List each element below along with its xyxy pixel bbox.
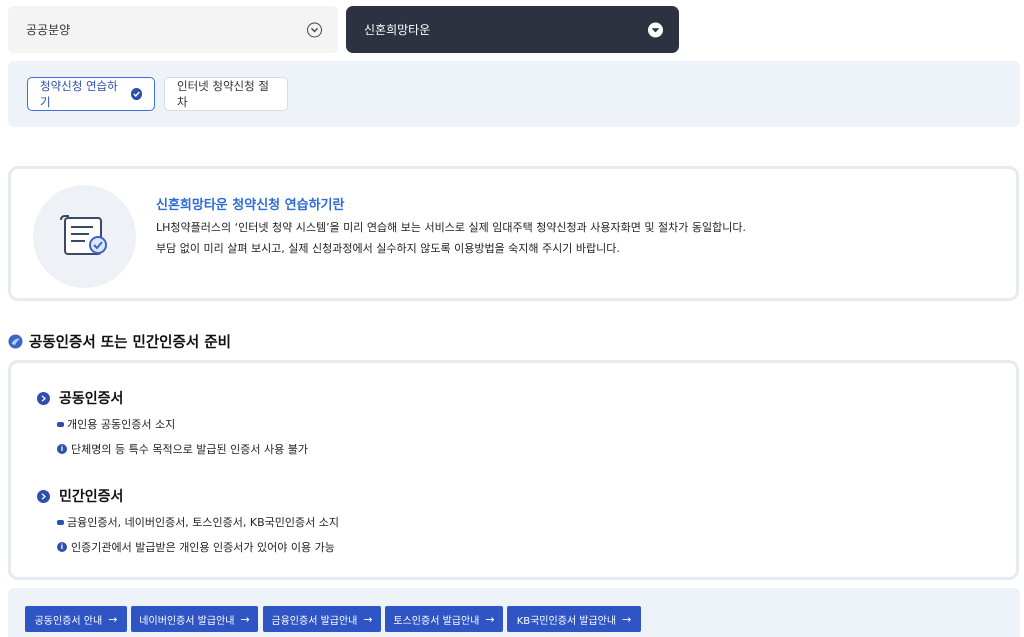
cert-group-private-label: 민간인증서 (59, 489, 124, 505)
housing-type-tabs: 공공분양 신혼희망타운 (8, 6, 1020, 53)
arrow-right-icon: → (622, 612, 632, 626)
financial-cert-guide-button[interactable]: 금융인증서 발급안내 → (263, 606, 381, 632)
list-item: 개인용 공동인증서 소지 (57, 416, 175, 432)
info-icon: i (57, 542, 67, 552)
list-item-text: 금융인증서, 네이버인증서, 토스인증서, KB국민인증서 소지 (67, 516, 339, 529)
button-label: 금융인증서 발급안내 (271, 615, 358, 627)
cert-group-private-title: 민간인증서 (37, 486, 123, 506)
tab-public-sale[interactable]: 공공분양 (8, 6, 338, 53)
tab-newlywed-town-label: 신혼희망타운 (364, 23, 431, 37)
check-circle-icon (130, 88, 142, 100)
chevron-right-circle-icon (37, 489, 50, 503)
joint-cert-guide-button[interactable]: 공동인증서 안내 → (25, 606, 127, 632)
info-description-line2: 부담 없이 미리 살펴 보시고, 실제 신청과정에서 실수하지 않도록 이용방법… (156, 242, 620, 255)
tab-newlywed-town[interactable]: 신혼희망타운 (346, 6, 679, 53)
tab-public-sale-label: 공공분양 (26, 23, 71, 37)
tab-practice-application-label: 청약신청 연습하기 (40, 79, 118, 109)
chevron-right-circle-icon (37, 391, 50, 405)
check-badge-icon (8, 334, 23, 349)
cert-group-joint-label: 공동인증서 (59, 391, 124, 407)
cert-group-joint-title: 공동인증서 (37, 388, 123, 408)
chevron-down-circle-icon (648, 22, 663, 37)
info-title: 신혼희망타운 청약신청 연습하기란 (156, 198, 345, 213)
tab-practice-application[interactable]: 청약신청 연습하기 (27, 77, 155, 111)
guide-button-bar: 공동인증서 안내 → 네이버인증서 발급안내 → 금융인증서 발급안내 → 토스인증서… (8, 588, 1020, 637)
list-item-text: 단체명의 등 특수 목적으로 발급된 인증서 사용 불가 (71, 443, 308, 456)
arrow-right-icon: → (240, 612, 250, 626)
arrow-right-icon: → (485, 612, 495, 626)
list-item: 금융인증서, 네이버인증서, 토스인증서, KB국민인증서 소지 (57, 514, 339, 530)
bullet-icon (57, 421, 64, 427)
chevron-down-circle-icon (307, 22, 322, 37)
section-title: 공동인증서 또는 민간인증서 준비 (29, 335, 231, 351)
button-label: 네이버인증서 발급안내 (139, 615, 235, 627)
list-item-text: 개인용 공동인증서 소지 (67, 418, 176, 431)
toss-cert-guide-button[interactable]: 토스인증서 발급안내 → (385, 606, 503, 632)
kb-cert-guide-button[interactable]: KB국민인증서 발급안내 → (507, 606, 641, 632)
list-item: i 단체명의 등 특수 목적으로 발급된 인증서 사용 불가 (57, 441, 308, 457)
button-label: 공동인증서 안내 (34, 615, 103, 627)
certificate-card: 공동인증서 개인용 공동인증서 소지 i 단체명의 등 특수 목적으로 발급된 … (8, 360, 1019, 580)
button-label: 토스인증서 발급안내 (393, 615, 480, 627)
tab-internet-procedure-label: 인터넷 청약신청 절차 (177, 79, 269, 109)
info-icon: i (57, 444, 67, 454)
arrow-right-icon: → (108, 612, 118, 626)
tab-internet-procedure[interactable]: 인터넷 청약신청 절차 (164, 77, 288, 111)
list-item: i 인증기관에서 발급받은 개인용 인증서가 있어야 이용 가능 (57, 539, 335, 555)
info-description-line1: LH청약플러스의 ‘인터넷 청약 시스템’을 미리 연습해 보는 서비스로 실제… (156, 221, 746, 234)
section-heading: 공동인증서 또는 민간인증서 준비 (8, 331, 231, 352)
info-card: 신혼희망타운 청약신청 연습하기란 LH청약플러스의 ‘인터넷 청약 시스템’을… (8, 166, 1019, 301)
document-check-icon (33, 185, 136, 288)
arrow-right-icon: → (363, 612, 373, 626)
naver-cert-guide-button[interactable]: 네이버인증서 발급안내 → (131, 606, 258, 632)
sub-tab-panel: 청약신청 연습하기 인터넷 청약신청 절차 (8, 61, 1020, 127)
bullet-icon (57, 519, 64, 525)
list-item-text: 인증기관에서 발급받은 개인용 인증서가 있어야 이용 가능 (71, 541, 335, 554)
button-label: KB국민인증서 발급안내 (516, 615, 617, 627)
